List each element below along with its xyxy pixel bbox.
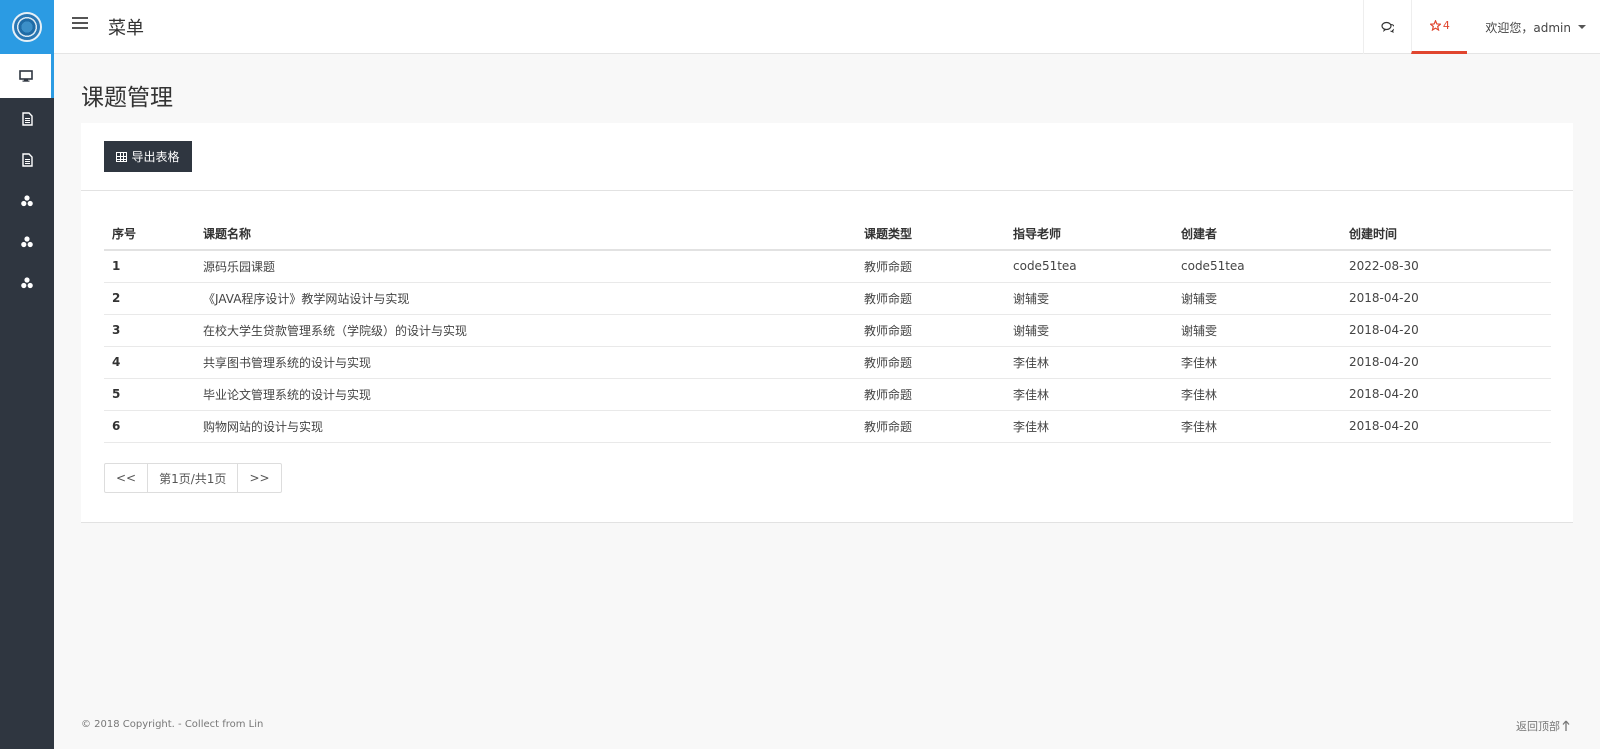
table-header-row: 序号 课题名称 课题类型 指导老师 创建者 创建时间 <box>104 218 1551 251</box>
cell-created-time: 2018-04-20 <box>1341 282 1551 315</box>
arrow-up-icon <box>1562 720 1570 731</box>
cell-created-time: 2018-04-20 <box>1341 410 1551 443</box>
cell-advisor: 谢辅雯 <box>1005 314 1173 347</box>
cell-created-time: 2022-08-30 <box>1341 250 1551 283</box>
cell-index: 3 <box>104 314 195 347</box>
cell-created-time: 2018-04-20 <box>1341 378 1551 411</box>
content-panel: 导出表格 序号 课题名称 课题类型 指导老师 创建者 创建时间 1 源码乐园课题… <box>81 123 1573 523</box>
pagination: << 第1页/共1页 >> <box>104 463 282 493</box>
col-header-advisor: 指导老师 <box>1005 218 1173 251</box>
cell-creator: 李佳林 <box>1173 378 1341 411</box>
top-header: 菜单 4 欢迎您，admin <box>54 0 1600 54</box>
cell-advisor: code51tea <box>1005 250 1173 283</box>
page-info: 第1页/共1页 <box>148 464 239 492</box>
table-row: 2 《JAVA程序设计》教学网站设计与实现 教师命题 谢辅雯 谢辅雯 2018-… <box>104 282 1551 315</box>
favorites-button[interactable]: 4 <box>1411 0 1468 54</box>
chevron-down-icon <box>1578 25 1586 29</box>
cell-created-time: 2018-04-20 <box>1341 346 1551 379</box>
col-header-index: 序号 <box>104 218 195 251</box>
cell-creator: 谢辅雯 <box>1173 282 1341 315</box>
cell-creator: code51tea <box>1173 250 1341 283</box>
messages-button[interactable] <box>1363 0 1411 54</box>
cell-index: 4 <box>104 346 195 379</box>
cell-topic-name: 源码乐园课题 <box>195 250 856 283</box>
sidebar-item-cubes-3[interactable] <box>0 262 54 303</box>
col-header-topic-type: 课题类型 <box>856 218 1005 251</box>
cell-creator: 李佳林 <box>1173 346 1341 379</box>
back-to-top-label: 返回顶部 <box>1516 720 1560 733</box>
cell-topic-type: 教师命题 <box>856 282 1005 315</box>
logo <box>0 0 54 54</box>
sidebar-item-document-1[interactable] <box>0 98 54 139</box>
page-title: 课题管理 <box>81 85 173 111</box>
cell-topic-type: 教师命题 <box>856 410 1005 443</box>
sidebar-item-dashboard[interactable] <box>0 54 54 98</box>
sidebar-item-cubes-1[interactable] <box>0 180 54 221</box>
menu-title: 菜单 <box>108 18 144 39</box>
cell-advisor: 李佳林 <box>1005 410 1173 443</box>
cubes-icon <box>21 276 33 288</box>
col-header-topic-name: 课题名称 <box>195 218 856 251</box>
cell-topic-name: 毕业论文管理系统的设计与实现 <box>195 378 856 411</box>
cell-topic-type: 教师命题 <box>856 378 1005 411</box>
prev-page-button[interactable]: << <box>105 464 149 492</box>
table-row: 3 在校大学生贷款管理系统（学院级）的设计与实现 教师命题 谢辅雯 谢辅雯 20… <box>104 314 1551 347</box>
document-icon <box>22 152 33 167</box>
table-row: 6 购物网站的设计与实现 教师命题 李佳林 李佳林 2018-04-20 <box>104 410 1551 443</box>
cell-topic-type: 教师命题 <box>856 314 1005 347</box>
back-to-top-link[interactable]: 返回顶部 <box>1516 718 1570 734</box>
sidebar-item-cubes-2[interactable] <box>0 221 54 262</box>
cell-creator: 谢辅雯 <box>1173 314 1341 347</box>
cell-topic-name: 购物网站的设计与实现 <box>195 410 856 443</box>
document-icon <box>22 111 33 126</box>
cell-index: 1 <box>104 250 195 283</box>
export-label: 导出表格 <box>131 150 180 164</box>
topics-table: 序号 课题名称 课题类型 指导老师 创建者 创建时间 1 源码乐园课题 教师命题… <box>104 218 1551 443</box>
cubes-icon <box>21 235 33 247</box>
cell-advisor: 李佳林 <box>1005 346 1173 379</box>
star-icon <box>1429 20 1441 31</box>
table-row: 4 共享图书管理系统的设计与实现 教师命题 李佳林 李佳林 2018-04-20 <box>104 346 1551 379</box>
favorites-count: 4 <box>1442 19 1450 32</box>
export-table-button[interactable]: 导出表格 <box>104 141 192 172</box>
next-page-button[interactable]: >> <box>238 464 280 492</box>
cell-topic-type: 教师命题 <box>856 346 1005 379</box>
copyright-text: © 2018 Copyright. - Collect from Lin <box>81 719 264 730</box>
cell-topic-name: 《JAVA程序设计》教学网站设计与实现 <box>195 282 856 315</box>
table-row: 5 毕业论文管理系统的设计与实现 教师命题 李佳林 李佳林 2018-04-20 <box>104 378 1551 411</box>
cell-index: 2 <box>104 282 195 315</box>
user-menu[interactable]: 欢迎您，admin <box>1467 0 1600 54</box>
cell-created-time: 2018-04-20 <box>1341 314 1551 347</box>
chat-bubbles-icon <box>1381 21 1395 33</box>
table-grid-icon <box>116 151 128 162</box>
cell-index: 6 <box>104 410 195 443</box>
cell-topic-name: 在校大学生贷款管理系统（学院级）的设计与实现 <box>195 314 856 347</box>
cubes-icon <box>21 194 33 206</box>
hamburger-menu-icon[interactable] <box>72 17 88 31</box>
sidebar <box>0 0 54 749</box>
cell-advisor: 李佳林 <box>1005 378 1173 411</box>
cell-topic-type: 教师命题 <box>856 250 1005 283</box>
col-header-created-time: 创建时间 <box>1341 218 1551 251</box>
col-header-creator: 创建者 <box>1173 218 1341 251</box>
cell-topic-name: 共享图书管理系统的设计与实现 <box>195 346 856 379</box>
monitor-icon <box>18 70 33 82</box>
logo-emblem-icon <box>12 12 42 42</box>
cell-creator: 李佳林 <box>1173 410 1341 443</box>
table-row: 1 源码乐园课题 教师命题 code51tea code51tea 2022-0… <box>104 250 1551 283</box>
user-greeting: 欢迎您，admin <box>1485 20 1571 35</box>
cell-index: 5 <box>104 378 195 411</box>
cell-advisor: 谢辅雯 <box>1005 282 1173 315</box>
sidebar-item-document-2[interactable] <box>0 139 54 180</box>
